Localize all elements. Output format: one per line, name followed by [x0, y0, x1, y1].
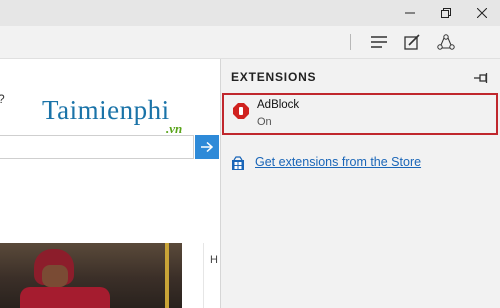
page-text-fragment: ?	[0, 92, 5, 106]
hub-icon[interactable]	[368, 32, 390, 52]
web-note-icon[interactable]	[401, 32, 423, 52]
search-button[interactable]	[195, 135, 219, 159]
extension-item-adblock[interactable]: AdBlock On	[222, 93, 498, 135]
restore-icon[interactable]	[428, 0, 464, 26]
share-icon[interactable]	[435, 32, 457, 52]
title-bar	[0, 0, 500, 26]
store-icon	[231, 156, 245, 170]
site-logo[interactable]: Taimienphi	[42, 95, 170, 126]
arrow-right-icon	[201, 142, 213, 152]
search-input[interactable]	[0, 135, 194, 159]
article-text-fragment: H	[210, 254, 218, 266]
article-card[interactable]	[203, 243, 220, 308]
close-icon[interactable]	[464, 0, 500, 26]
extensions-panel: EXTENSIONS AdBlock On Get extensions fro…	[220, 59, 500, 308]
panel-title: EXTENSIONS	[231, 70, 317, 84]
web-page-content: ? Taimienphi .vn H	[0, 59, 220, 308]
browser-toolbar	[0, 26, 500, 59]
article-image[interactable]	[0, 243, 182, 308]
pin-icon[interactable]	[474, 71, 488, 83]
minimize-icon[interactable]	[392, 0, 428, 26]
get-extensions-link[interactable]: Get extensions from the Store	[255, 155, 421, 169]
extension-name: AdBlock	[257, 99, 300, 111]
extension-status: On	[257, 116, 272, 128]
toolbar-divider	[350, 34, 351, 50]
adblock-icon	[233, 103, 249, 119]
